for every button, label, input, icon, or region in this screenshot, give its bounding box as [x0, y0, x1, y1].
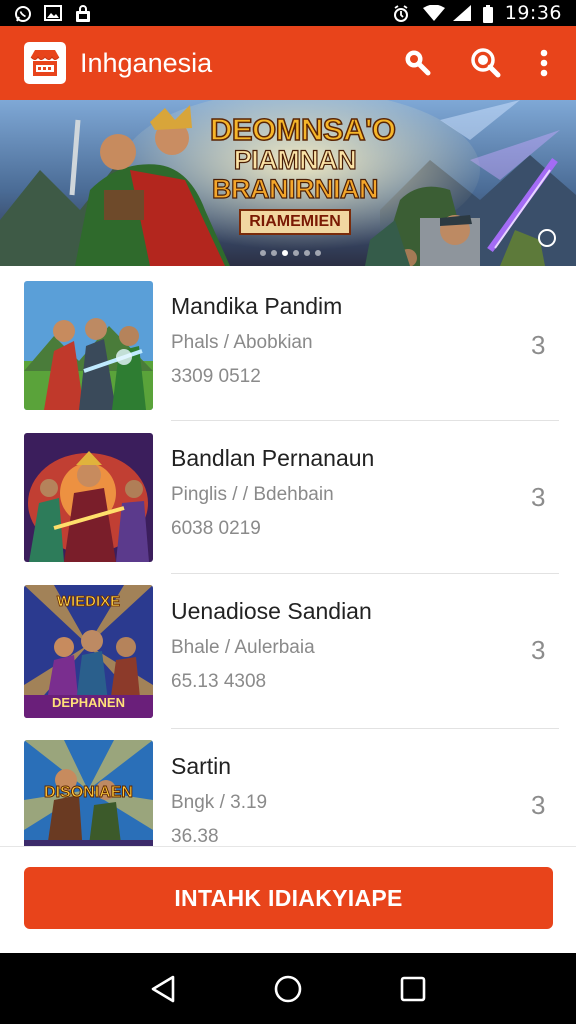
item-subtitle: Phals / Abobkian	[171, 332, 313, 353]
item-count: 3	[531, 482, 546, 512]
item-title: Bandlan Pernanaun	[171, 445, 375, 471]
pager-dot-active[interactable]	[282, 250, 288, 256]
item-thumbnail	[24, 433, 153, 562]
more-vert-icon[interactable]	[534, 43, 554, 83]
item-meta: 3309 0512	[171, 366, 261, 387]
item-count: 3	[531, 330, 546, 360]
search-zoom-icon[interactable]	[466, 43, 506, 83]
thumbnail-label-bottom: DEPHANEN	[52, 695, 125, 710]
item-meta: 6038 0219	[171, 518, 261, 539]
pager-dot[interactable]	[271, 250, 277, 256]
thumbnail-label: DISONIAEN	[44, 784, 134, 802]
item-count: 3	[531, 635, 546, 665]
thumbnail-label-top: WIEDIXE	[56, 593, 121, 611]
banner-title-line-3: BRANIRNIAN	[211, 174, 379, 204]
pager-dot[interactable]	[315, 250, 321, 256]
list-item[interactable]: Mandika Pandim Phals / Abobkian 3309 051…	[0, 266, 576, 418]
item-text: Sartin Bngk / 3.19 36.38	[171, 753, 267, 846]
item-title: Mandika Pandim	[171, 293, 343, 319]
banner-title-line-1: DEOMNSA'O	[209, 112, 396, 147]
list-item[interactable]: Bandlan Pernanaun Pinglis / / Bdehbain 6…	[0, 418, 576, 570]
signal-icon	[452, 5, 471, 21]
app-bar-actions	[398, 43, 554, 83]
item-title: Uenadiose Sandian	[171, 598, 372, 624]
app-bar: Inhganesia	[0, 26, 576, 100]
system-nav-bar	[0, 953, 576, 1024]
bag-icon	[74, 5, 92, 22]
banner-indicator-icon[interactable]	[538, 229, 556, 247]
app-title: Inhganesia	[80, 47, 213, 78]
list-item[interactable]: WIEDIXE DEPHANEN Uenadiose Sandian Bhale…	[0, 571, 576, 723]
image-icon	[44, 5, 62, 21]
status-bar-right: 19:36	[393, 2, 562, 24]
promo-banner[interactable]: DEOMNSA'O PIAMNAN BRANIRNIAN RIAMEMIEN	[0, 100, 576, 266]
game-list: Mandika Pandim Phals / Abobkian 3309 051…	[0, 266, 576, 846]
item-text: Mandika Pandim Phals / Abobkian 3309 051…	[171, 293, 342, 388]
pager-dot[interactable]	[260, 250, 266, 256]
search-icon[interactable]	[398, 43, 438, 83]
pager-dot[interactable]	[293, 250, 299, 256]
banner-subtitle: RIAMEMIEN	[239, 209, 351, 235]
item-title: Sartin	[171, 753, 232, 779]
shop-logo-icon[interactable]	[24, 42, 66, 84]
pager-dot[interactable]	[304, 250, 310, 256]
home-icon[interactable]	[266, 967, 310, 1011]
status-bar-left	[14, 5, 92, 22]
item-count: 3	[531, 790, 546, 820]
item-thumbnail	[24, 281, 153, 410]
item-subtitle: Bngk / 3.19	[171, 792, 268, 813]
item-thumbnail: WIEDIXE DEPHANEN	[24, 585, 153, 718]
item-subtitle: Bhale / Aulerbaia	[171, 637, 315, 658]
primary-action-button[interactable]: INTAHK IDIAKYIAPE	[24, 867, 553, 929]
status-bar: 19:36	[0, 0, 576, 26]
wifi-icon	[422, 4, 445, 21]
back-icon[interactable]	[141, 967, 185, 1011]
item-thumbnail: DISONIAEN	[24, 740, 153, 846]
status-time: 19:36	[504, 2, 562, 24]
whatsapp-icon	[14, 5, 32, 22]
banner-title: DEOMNSA'O PIAMNAN BRANIRNIAN RIAMEMIEN	[209, 112, 397, 235]
item-subtitle: Pinglis / / Bdehbain	[171, 484, 334, 505]
item-text: Bandlan Pernanaun Pinglis / / Bdehbain 6…	[171, 445, 374, 540]
item-meta: 36.38	[171, 826, 219, 846]
list-item[interactable]: DISONIAEN Sartin Bngk / 3.19 36.38 3	[0, 726, 576, 846]
item-text: Uenadiose Sandian Bhale / Aulerbaia 65.1…	[171, 598, 372, 693]
bottom-action-area: INTAHK IDIAKYIAPE	[0, 846, 576, 953]
banner-title-line-2: PIAMNAN	[233, 145, 357, 175]
item-meta: 65.13 4308	[171, 671, 267, 692]
banner-pager	[260, 250, 321, 256]
battery-icon	[482, 5, 493, 23]
alarm-icon	[393, 5, 411, 22]
recents-icon[interactable]	[391, 967, 435, 1011]
